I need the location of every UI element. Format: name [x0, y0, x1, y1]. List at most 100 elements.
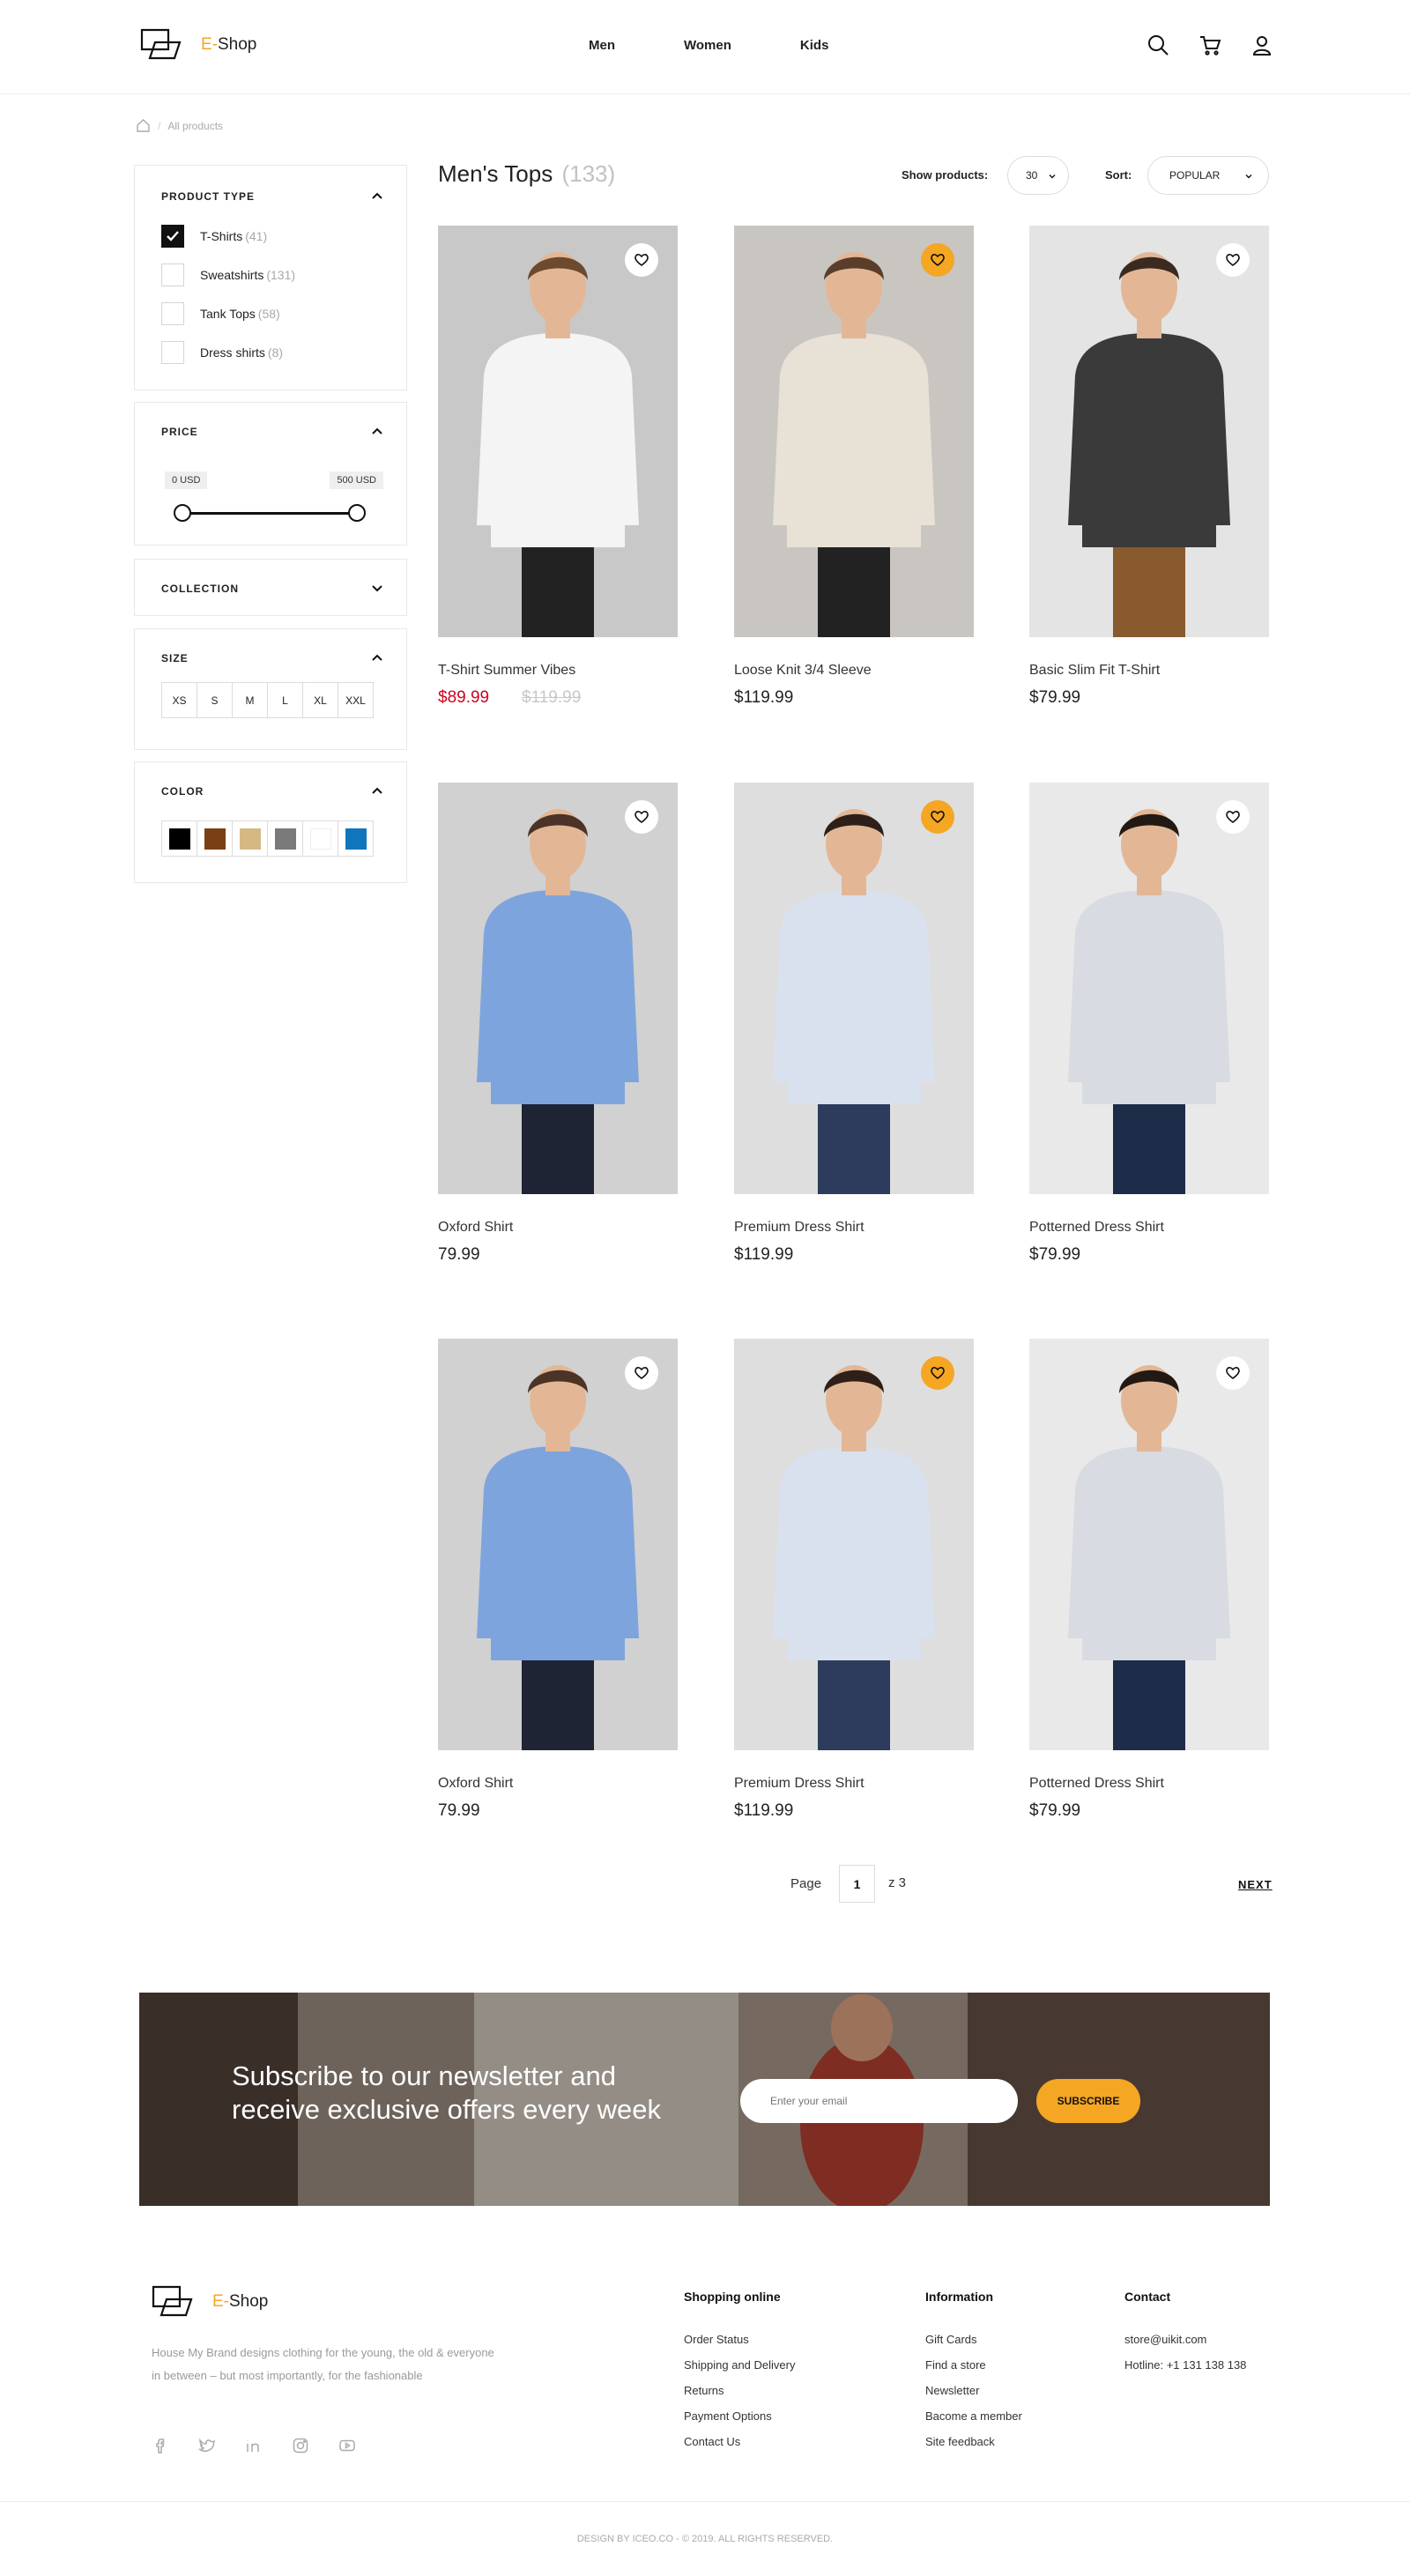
instagram-icon[interactable] [292, 2437, 309, 2454]
product-image[interactable] [438, 1339, 678, 1750]
nav-men[interactable]: Men [589, 38, 615, 53]
favorite-button[interactable] [625, 243, 658, 277]
footer-link[interactable]: Payment Options [684, 2409, 795, 2424]
favorite-button[interactable] [1216, 243, 1250, 277]
product-name[interactable]: Basic Slim Fit T-Shirt [1029, 663, 1160, 679]
subscribe-button[interactable]: SUBSCRIBE [1036, 2079, 1140, 2123]
size-option[interactable]: S [197, 682, 233, 718]
favorite-button[interactable] [921, 243, 954, 277]
favorite-button[interactable] [921, 1356, 954, 1390]
product-image[interactable] [1029, 1339, 1269, 1750]
color-swatch[interactable] [338, 820, 374, 857]
product-name[interactable]: Potterned Dress Shirt [1029, 1220, 1164, 1236]
chevron-up-icon[interactable] [371, 189, 383, 202]
favorite-button[interactable] [625, 1356, 658, 1390]
checkbox[interactable] [161, 302, 184, 325]
product-card[interactable]: Loose Knit 3/4 Sleeve $119.99 [734, 226, 974, 707]
product-name[interactable]: Oxford Shirt [438, 1220, 513, 1236]
color-swatch[interactable] [267, 820, 303, 857]
nav-kids[interactable]: Kids [800, 38, 829, 53]
product-card[interactable]: Premium Dress Shirt $119.99 [734, 783, 974, 1264]
product-image[interactable] [1029, 226, 1269, 637]
product-name[interactable]: Premium Dress Shirt [734, 1220, 865, 1236]
chevron-up-icon[interactable] [371, 784, 383, 797]
color-swatch[interactable] [302, 820, 338, 857]
breadcrumb-current[interactable]: All products [167, 120, 223, 132]
footer-link[interactable]: Gift Cards [925, 2333, 1022, 2347]
product-card[interactable]: Potterned Dress Shirt $79.99 [1029, 783, 1269, 1264]
product-card[interactable]: Oxford Shirt 79.99 [438, 783, 678, 1264]
product-image[interactable] [734, 226, 974, 637]
filter-option-sweatshirts[interactable]: Sweatshirts (131) [161, 264, 295, 286]
price-slider-max-handle[interactable] [348, 504, 366, 522]
filter-option-dress-shirts[interactable]: Dress shirts (8) [161, 341, 283, 364]
chevron-up-icon[interactable] [371, 651, 383, 664]
footer-link[interactable]: Site feedback [925, 2435, 1022, 2449]
newsletter-email-input[interactable] [740, 2079, 1018, 2123]
facebook-icon[interactable] [152, 2437, 169, 2454]
youtube-icon[interactable] [338, 2437, 356, 2454]
footer-logo[interactable]: E-Shop [151, 2283, 268, 2320]
product-card[interactable]: T-Shirt Summer Vibes $89.99 $119.99 [438, 226, 678, 707]
footer-email-link[interactable]: store@uikit.com [1124, 2333, 1246, 2347]
price-slider-track[interactable] [182, 512, 359, 515]
favorite-button[interactable] [1216, 1356, 1250, 1390]
footer-link[interactable]: Bacome a member [925, 2409, 1022, 2424]
product-image[interactable] [734, 1339, 974, 1750]
search-icon[interactable] [1147, 33, 1169, 56]
color-swatch[interactable] [197, 820, 233, 857]
user-icon[interactable] [1250, 33, 1273, 56]
page-number-input[interactable]: 1 [839, 1865, 875, 1903]
product-name[interactable]: Oxford Shirt [438, 1776, 513, 1792]
size-option[interactable]: M [232, 682, 268, 718]
nav-women[interactable]: Women [684, 38, 731, 53]
color-swatch[interactable] [161, 820, 197, 857]
sort-select[interactable]: POPULAR [1147, 156, 1269, 195]
home-icon[interactable] [136, 118, 151, 133]
product-image[interactable] [438, 226, 678, 637]
sort-label: Sort: [1105, 168, 1132, 182]
footer-link[interactable]: Newsletter [925, 2384, 1022, 2398]
chevron-down-icon[interactable] [371, 582, 383, 594]
product-image[interactable] [1029, 783, 1269, 1194]
size-option[interactable]: XS [161, 682, 197, 718]
chevron-up-icon[interactable] [371, 425, 383, 437]
favorite-button[interactable] [625, 800, 658, 834]
footer-link[interactable]: Contact Us [684, 2435, 795, 2449]
footer-link[interactable]: Order Status [684, 2333, 795, 2347]
logo[interactable]: E-Shop [139, 26, 256, 63]
footer-link[interactable]: Find a store [925, 2358, 1022, 2372]
filter-collection[interactable]: COLLECTION [134, 559, 407, 616]
heart-icon [1226, 254, 1240, 266]
product-name[interactable]: Potterned Dress Shirt [1029, 1776, 1164, 1792]
product-name[interactable]: T-Shirt Summer Vibes [438, 663, 575, 679]
product-image[interactable] [438, 783, 678, 1194]
footer-link[interactable]: Shipping and Delivery [684, 2358, 795, 2372]
cart-icon[interactable] [1198, 33, 1221, 56]
price-slider-min-handle[interactable] [174, 504, 191, 522]
next-page-link[interactable]: NEXT [1238, 1878, 1273, 1891]
product-card[interactable]: Potterned Dress Shirt $79.99 [1029, 1339, 1269, 1820]
filter-option-tank-tops[interactable]: Tank Tops (58) [161, 302, 280, 325]
footer-link[interactable]: Returns [684, 2384, 795, 2398]
product-name[interactable]: Premium Dress Shirt [734, 1776, 865, 1792]
favorite-button[interactable] [1216, 800, 1250, 834]
checkbox[interactable] [161, 341, 184, 364]
linkedin-icon[interactable] [245, 2437, 263, 2454]
twitter-icon[interactable] [197, 2437, 216, 2454]
checkbox-checked[interactable] [161, 225, 184, 248]
product-card[interactable]: Oxford Shirt 79.99 [438, 1339, 678, 1820]
product-name[interactable]: Loose Knit 3/4 Sleeve [734, 663, 872, 679]
size-option[interactable]: L [267, 682, 303, 718]
color-swatch[interactable] [232, 820, 268, 857]
product-card[interactable]: Premium Dress Shirt $119.99 [734, 1339, 974, 1820]
product-card[interactable]: Basic Slim Fit T-Shirt $79.99 [1029, 226, 1269, 707]
favorite-button[interactable] [921, 800, 954, 834]
size-option[interactable]: XXL [338, 682, 374, 718]
checkbox[interactable] [161, 264, 184, 286]
product-image[interactable] [734, 783, 974, 1194]
size-option[interactable]: XL [302, 682, 338, 718]
show-products-select[interactable]: 30 [1007, 156, 1069, 195]
filter-option-tshirts[interactable]: T-Shirts (41) [161, 225, 267, 248]
heart-icon [634, 254, 649, 266]
